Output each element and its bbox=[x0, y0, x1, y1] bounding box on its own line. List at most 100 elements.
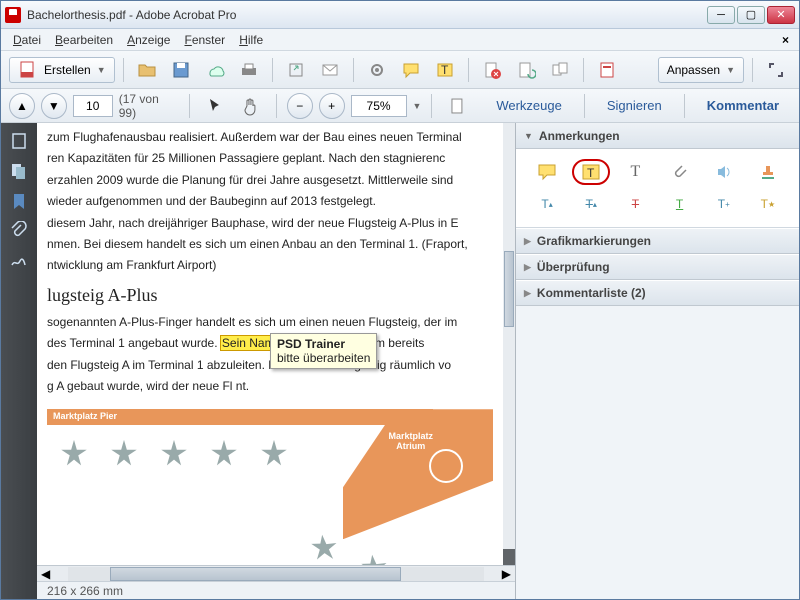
comments-panel: ▼Anmerkungen T T T▴ T▴ T T T+ T★ ▶Grafik… bbox=[515, 123, 799, 599]
text-correction-tool[interactable]: T★ bbox=[749, 191, 787, 217]
gear-icon bbox=[367, 60, 387, 80]
delete-button[interactable] bbox=[477, 57, 507, 83]
menu-datei[interactable]: Datei bbox=[7, 31, 47, 49]
note-button[interactable] bbox=[396, 57, 426, 83]
strikethrough-tool[interactable]: T bbox=[616, 191, 654, 217]
create-button[interactable]: Erstellen ▼ bbox=[9, 57, 115, 83]
plane-icon bbox=[57, 437, 91, 471]
navigation-pane bbox=[1, 123, 37, 599]
highlight-text-icon: T bbox=[581, 163, 601, 181]
tab-comment[interactable]: Kommentar bbox=[695, 94, 791, 117]
plane-icon bbox=[257, 437, 291, 471]
save-button[interactable] bbox=[166, 57, 196, 83]
plane-icon bbox=[350, 544, 398, 565]
bookmarks-icon[interactable] bbox=[9, 191, 29, 211]
page-number-input[interactable] bbox=[73, 95, 113, 117]
underline-tool[interactable]: T bbox=[661, 191, 699, 217]
highlight-text-icon: T bbox=[435, 60, 455, 80]
combine-button[interactable] bbox=[545, 57, 575, 83]
replace-text-tool[interactable]: T▴ bbox=[572, 191, 610, 217]
insert-text-tool[interactable]: T▴ bbox=[528, 191, 566, 217]
plane-icon bbox=[157, 437, 191, 471]
vertical-scrollbar[interactable] bbox=[503, 123, 515, 549]
pdf-create-icon bbox=[18, 60, 38, 80]
select-tool[interactable] bbox=[200, 93, 230, 119]
cloud-button[interactable] bbox=[200, 57, 230, 83]
share-button[interactable] bbox=[281, 57, 311, 83]
svg-text:T: T bbox=[587, 166, 595, 180]
stamp-icon bbox=[759, 163, 777, 181]
maximize-button[interactable]: ▢ bbox=[737, 6, 765, 24]
form-button[interactable] bbox=[592, 57, 622, 83]
open-button[interactable] bbox=[132, 57, 162, 83]
annotations-section[interactable]: ▼Anmerkungen bbox=[516, 123, 799, 149]
next-page-button[interactable]: ▼ bbox=[41, 93, 67, 119]
hand-tool[interactable] bbox=[236, 93, 266, 119]
thumbnails-icon[interactable] bbox=[9, 131, 29, 151]
diagram: Marktplatz Pier MarktplatzAtrium ktplatz… bbox=[47, 401, 493, 565]
delete-page-icon bbox=[482, 60, 502, 80]
view-options[interactable] bbox=[442, 93, 472, 119]
cloud-icon bbox=[205, 60, 225, 80]
graphics-section[interactable]: ▶Grafikmarkierungen bbox=[516, 228, 799, 254]
stamp-tool[interactable] bbox=[749, 159, 787, 185]
add-note-text-tool[interactable]: T+ bbox=[705, 191, 743, 217]
menu-anzeige[interactable]: Anzeige bbox=[121, 31, 176, 49]
cursor-icon bbox=[205, 96, 225, 116]
page-count: (17 von 99) bbox=[119, 92, 179, 120]
attach-tool[interactable] bbox=[661, 159, 699, 185]
share-icon bbox=[286, 60, 306, 80]
minimize-button[interactable]: ─ bbox=[707, 6, 735, 24]
menu-close[interactable]: × bbox=[778, 33, 793, 47]
customize-button[interactable]: Anpassen▼ bbox=[658, 57, 744, 83]
audio-tool[interactable] bbox=[705, 159, 743, 185]
horizontal-scrollbar[interactable]: ◀▶ bbox=[37, 565, 515, 581]
plane-icon bbox=[207, 437, 241, 471]
edit-text-button[interactable] bbox=[362, 57, 392, 83]
form-icon bbox=[597, 60, 617, 80]
window-title: Bachelorthesis.pdf - Adobe Acrobat Pro bbox=[27, 8, 707, 22]
heading: lugsteig A-Plus bbox=[47, 285, 493, 306]
comment-list-section[interactable]: ▶Kommentarliste (2) bbox=[516, 280, 799, 306]
print-button[interactable] bbox=[234, 57, 264, 83]
tab-sign[interactable]: Signieren bbox=[595, 94, 674, 117]
zoom-in-button[interactable]: + bbox=[319, 93, 345, 119]
prev-page-button[interactable]: ▲ bbox=[9, 93, 35, 119]
menu-hilfe[interactable]: Hilfe bbox=[233, 31, 269, 49]
status-bar: 216 x 266 mm bbox=[37, 581, 515, 599]
rotate-button[interactable] bbox=[511, 57, 541, 83]
review-section[interactable]: ▶Überprüfung bbox=[516, 254, 799, 280]
pages-icon[interactable] bbox=[9, 161, 29, 181]
tab-tools[interactable]: Werkzeuge bbox=[484, 94, 574, 117]
svg-text:T: T bbox=[441, 63, 449, 77]
speech-bubble-icon bbox=[537, 163, 557, 181]
printer-icon bbox=[239, 60, 259, 80]
envelope-icon bbox=[320, 60, 340, 80]
floppy-icon bbox=[171, 60, 191, 80]
close-button[interactable]: ✕ bbox=[767, 6, 795, 24]
highlight-tool[interactable]: T bbox=[572, 159, 610, 185]
hand-icon bbox=[241, 96, 261, 116]
menu-bearbeiten[interactable]: Bearbeiten bbox=[49, 31, 119, 49]
document-page[interactable]: zum Flughafenausbau realisiert. Außerdem… bbox=[37, 123, 503, 565]
attachments-icon[interactable] bbox=[9, 221, 29, 241]
rotate-page-icon bbox=[516, 60, 536, 80]
fullscreen-button[interactable] bbox=[761, 57, 791, 83]
zoom-input[interactable] bbox=[351, 95, 407, 117]
email-button[interactable] bbox=[315, 57, 345, 83]
plane-icon bbox=[107, 437, 141, 471]
combine-icon bbox=[550, 60, 570, 80]
zoom-out-button[interactable]: − bbox=[287, 93, 313, 119]
plane-icon bbox=[300, 524, 348, 565]
sticky-note-tool[interactable] bbox=[528, 159, 566, 185]
folder-open-icon bbox=[137, 60, 157, 80]
speech-bubble-icon bbox=[401, 60, 421, 80]
signatures-icon[interactable] bbox=[9, 251, 29, 271]
highlight-button[interactable]: T bbox=[430, 57, 460, 83]
menu-fenster[interactable]: Fenster bbox=[178, 31, 231, 49]
speaker-icon bbox=[715, 163, 733, 181]
text-tool[interactable]: T bbox=[616, 159, 654, 185]
expand-icon bbox=[766, 60, 786, 80]
paperclip-icon bbox=[671, 163, 689, 181]
page-view-icon bbox=[447, 96, 467, 116]
